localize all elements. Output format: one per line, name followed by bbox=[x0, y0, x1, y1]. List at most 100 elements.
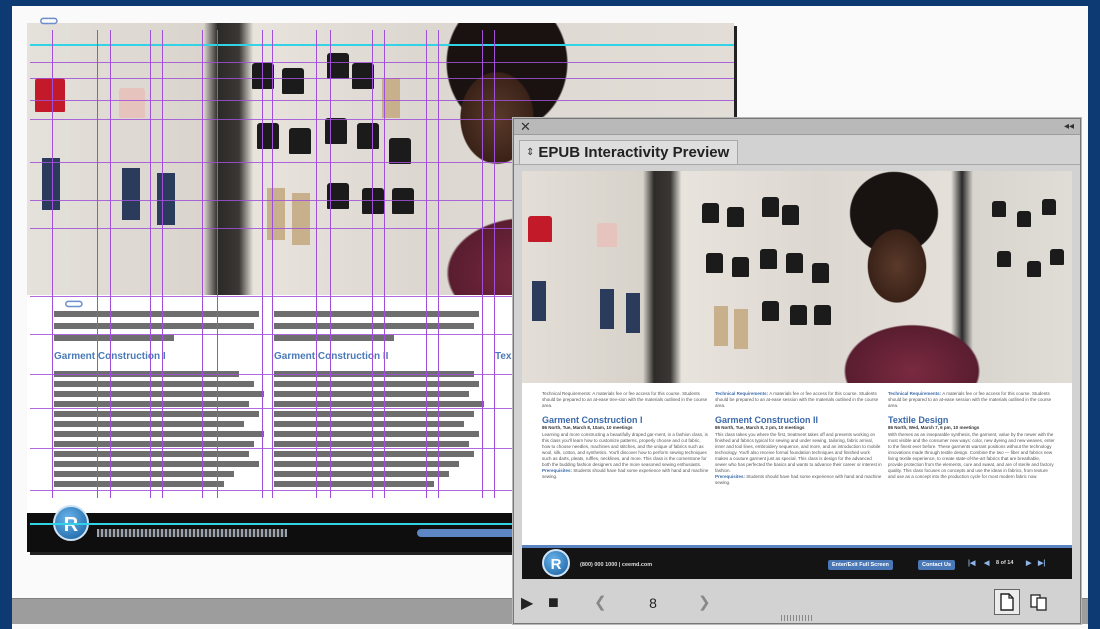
column-guide[interactable] bbox=[97, 30, 98, 498]
page-indicator: 8 of 14 bbox=[996, 560, 1014, 566]
panel-title-bar[interactable]: ✕ ◂◂ bbox=[514, 119, 1080, 135]
baseline-guide[interactable] bbox=[30, 100, 734, 101]
column-guide[interactable] bbox=[150, 30, 151, 498]
photo-red-shirt bbox=[35, 78, 65, 112]
link-icon[interactable]: ⊂⊃ bbox=[39, 13, 59, 29]
photo-shirt bbox=[812, 263, 829, 283]
photo-pink-shirt bbox=[597, 223, 617, 247]
column-guide[interactable] bbox=[272, 30, 273, 498]
footer-contact: (800) 000 1000 | ceemd.com bbox=[580, 562, 653, 568]
first-page-icon[interactable]: |◀ bbox=[968, 559, 975, 567]
column-guide[interactable] bbox=[52, 30, 53, 498]
photo-shirt bbox=[997, 251, 1011, 267]
contact-us-button[interactable]: Contact Us bbox=[918, 560, 956, 570]
prerequisites-text: Prerequisites: Students should have had … bbox=[542, 468, 709, 479]
fullscreen-button[interactable]: Enter/Exit Full Screen bbox=[828, 560, 893, 570]
photo-shirt bbox=[786, 253, 803, 273]
column-guide[interactable] bbox=[372, 30, 373, 498]
column-guide[interactable] bbox=[316, 30, 317, 498]
next-page-icon[interactable]: ▶ bbox=[1026, 559, 1031, 567]
photo-shirt bbox=[760, 249, 777, 269]
photo-pants bbox=[626, 293, 640, 333]
column-guide[interactable] bbox=[110, 30, 111, 498]
column-guide[interactable] bbox=[202, 30, 203, 498]
photo-shirt bbox=[992, 201, 1006, 217]
panel-title: EPUB Interactivity Preview bbox=[538, 144, 730, 161]
panel-tab[interactable]: ⇕ EPUB Interactivity Preview bbox=[519, 140, 739, 164]
course-description: This class takes you where the first, tr… bbox=[715, 432, 882, 473]
preview-spread-button[interactable] bbox=[1026, 589, 1052, 615]
preview-hero-photo bbox=[522, 171, 1072, 383]
photo-shirt bbox=[790, 305, 807, 325]
photo-shirt bbox=[1050, 249, 1064, 265]
baseline-guide[interactable] bbox=[30, 78, 734, 79]
close-icon[interactable]: ✕ bbox=[520, 119, 531, 135]
last-page-icon[interactable]: ▶| bbox=[1038, 559, 1045, 567]
current-page-field[interactable] bbox=[639, 594, 667, 612]
sort-arrows-icon: ⇕ bbox=[526, 147, 535, 158]
photo-pants bbox=[600, 289, 614, 329]
column-guide[interactable] bbox=[494, 30, 495, 498]
course-column: Technical Requirements: A materials fee … bbox=[888, 391, 1056, 541]
photo-shirt bbox=[814, 305, 831, 325]
column-guide[interactable] bbox=[330, 30, 331, 498]
course-title: Textile Design bbox=[888, 415, 949, 425]
panel-resize-grip[interactable] bbox=[781, 615, 813, 621]
photo-shirt bbox=[389, 138, 411, 164]
column-guide[interactable] bbox=[426, 30, 427, 498]
play-icon[interactable]: ▶ bbox=[521, 593, 533, 613]
course-title: Garment Construction II bbox=[715, 415, 819, 425]
previous-page-icon[interactable]: ❮ bbox=[594, 593, 607, 611]
photo-pink-shirt bbox=[119, 88, 145, 118]
photo-shirt bbox=[325, 118, 347, 144]
photo-shirt bbox=[362, 188, 384, 214]
epub-preview-area[interactable]: Technical Requirements: A materials fee … bbox=[522, 171, 1072, 579]
course-description: Learning and more constructing a beautif… bbox=[542, 432, 708, 467]
photo-shirt bbox=[727, 207, 744, 227]
course-description: With themes as an inseparable synthesis,… bbox=[888, 432, 1055, 479]
document-heading: Tex bbox=[495, 351, 512, 362]
collapse-panel-icon[interactable]: ◂◂ bbox=[1064, 119, 1074, 135]
course-schedule: 86 North, Tue, March 8, 2 pm, 10 meeting… bbox=[715, 425, 805, 430]
column-guide[interactable] bbox=[482, 30, 483, 498]
stop-icon[interactable]: ■ bbox=[548, 592, 559, 613]
photo-pants bbox=[42, 158, 60, 210]
spread-icon bbox=[1030, 594, 1047, 611]
photo-shirt bbox=[1027, 261, 1041, 277]
photo-pants bbox=[734, 309, 748, 349]
previous-page-icon[interactable]: ◀ bbox=[984, 559, 989, 567]
baseline-guide[interactable] bbox=[30, 62, 734, 63]
column-guide[interactable] bbox=[438, 30, 439, 498]
course-title: Garment Construction I bbox=[542, 415, 643, 425]
photo-shirt bbox=[702, 203, 719, 223]
photo-shirt bbox=[289, 128, 311, 154]
document-footer-contact bbox=[97, 529, 287, 537]
photo-shirt bbox=[706, 253, 723, 273]
photo-pants bbox=[157, 173, 175, 225]
photo-shirt bbox=[352, 63, 374, 89]
course-column: Technical Requirements: A materials fee … bbox=[715, 391, 883, 541]
photo-shirt bbox=[252, 63, 274, 89]
requirements-text: Technical Requirements: A materials fee … bbox=[542, 391, 708, 408]
photo-shirt bbox=[392, 188, 414, 214]
course-schedule: 86 North, Tue, March 8, 10am, 10 meeting… bbox=[542, 425, 633, 430]
preview-document-button[interactable] bbox=[994, 589, 1020, 615]
course-schedule: 86 North, Wed, March 7, 6 pm, 10 meeting… bbox=[888, 425, 980, 430]
epub-interactivity-preview-panel: ✕ ◂◂ ⇕ EPUB Interactivity Preview Techni… bbox=[513, 118, 1081, 624]
page-margin-guide[interactable] bbox=[30, 44, 734, 46]
photo-pants bbox=[122, 168, 140, 220]
column-guide[interactable] bbox=[162, 30, 163, 498]
column-guide[interactable] bbox=[384, 30, 385, 498]
link-icon[interactable]: ⊂⊃ bbox=[64, 296, 84, 312]
photo-red-shirt bbox=[528, 216, 552, 242]
photo-shirt bbox=[357, 123, 379, 149]
next-page-icon[interactable]: ❯ bbox=[698, 593, 711, 611]
column-guide[interactable] bbox=[262, 30, 263, 498]
requirements-text: Technical Requirements: A materials fee … bbox=[715, 391, 879, 408]
photo-shirt bbox=[762, 301, 779, 321]
requirements-text: Technical Requirements: A materials fee … bbox=[888, 391, 1052, 408]
photo-shirt bbox=[1042, 199, 1056, 215]
column-guide[interactable] bbox=[217, 30, 218, 498]
photo-shirt bbox=[257, 123, 279, 149]
document-icon bbox=[1000, 593, 1014, 611]
